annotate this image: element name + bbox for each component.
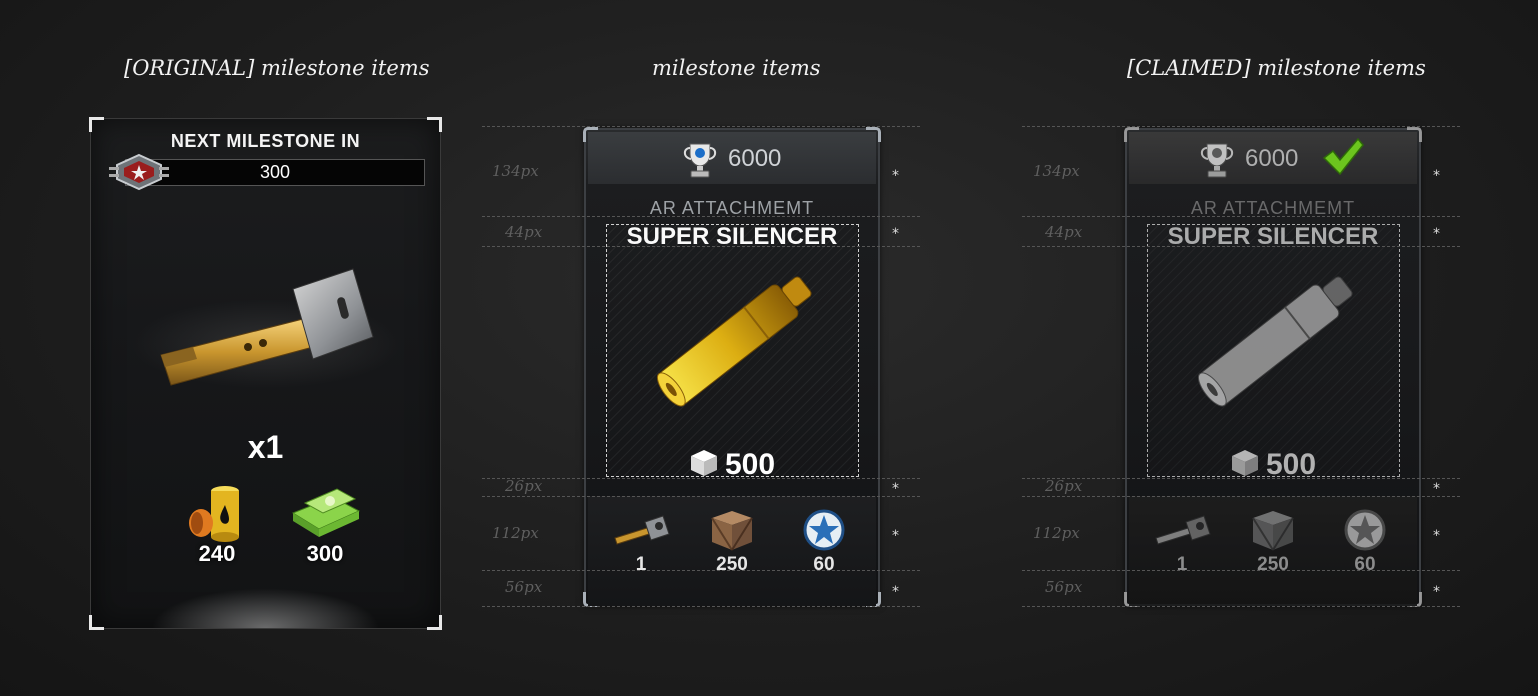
guide-line	[1022, 246, 1460, 247]
key-icon	[1155, 515, 1211, 545]
guide-line	[1022, 216, 1460, 217]
claimed-reward-crate-value: 250	[1257, 554, 1289, 575]
oil-reward-value: 240	[198, 541, 236, 566]
oil-barrel-icon	[189, 486, 239, 542]
frame-corner	[89, 117, 104, 132]
original-column-title: [ORIGINAL] milestone items	[124, 56, 430, 80]
cash-reward: 300	[285, 483, 365, 567]
reward-key-value: 1	[635, 554, 647, 575]
claimed-column-title: [CLAIMED] milestone items	[1127, 56, 1426, 80]
guide-line	[1022, 126, 1460, 127]
guide-label: 44px	[1045, 223, 1083, 241]
guide-marker: *	[892, 528, 899, 544]
checkmark-icon	[1322, 137, 1364, 176]
card-bottom-glow	[151, 588, 380, 628]
guide-line	[482, 126, 920, 127]
milestone-progress-bar: 300	[125, 159, 425, 186]
guide-line	[1022, 606, 1460, 607]
rank-chevron-icon	[109, 153, 169, 191]
box-icon	[690, 450, 717, 476]
reward-medal: 60	[789, 508, 859, 576]
milestone-points: 6000	[728, 145, 782, 172]
claimed-item-price-value: 500	[1265, 448, 1317, 481]
next-milestone-heading: NEXT MILESTONE IN	[170, 131, 361, 151]
reward-medal-value: 60	[813, 554, 835, 575]
guide-label: 56px	[1045, 578, 1083, 596]
cash-reward-value: 300	[306, 541, 344, 566]
cash-stack-icon	[291, 488, 361, 537]
guide-label: 44px	[505, 223, 543, 241]
original-milestone-card[interactable]: NEXT MILESTONE IN 300 x1 240 300	[89, 117, 442, 630]
guide-marker: *	[1433, 584, 1440, 600]
guide-label: 134px	[492, 162, 539, 180]
reward-medal: 60	[1330, 508, 1400, 576]
guide-label: 134px	[1033, 162, 1080, 180]
guide-marker: *	[1433, 226, 1440, 242]
reward-crate: 250	[1238, 508, 1308, 576]
reward-key: 1	[606, 508, 676, 576]
reward-key: 1	[1147, 508, 1217, 576]
guide-marker: *	[1433, 528, 1440, 544]
claimed-reward-key-value: 1	[1176, 554, 1188, 575]
box-icon	[1231, 450, 1258, 476]
claimed-item-price: 500	[1125, 448, 1421, 482]
milestone-column-title: milestone items	[652, 56, 821, 80]
frame-corner	[427, 615, 442, 630]
guide-marker: *	[892, 481, 899, 497]
guide-line	[482, 496, 920, 497]
guide-line	[1022, 478, 1460, 479]
guide-line	[482, 216, 920, 217]
guide-label: 26px	[1045, 477, 1083, 495]
claimed-milestone-card[interactable]: 6000 AR ATTACHMEMT SUPER SILENCER 500 1 …	[1124, 127, 1422, 607]
guide-line	[482, 606, 920, 607]
crate-icon	[711, 511, 753, 551]
trophy-icon	[683, 143, 717, 178]
guide-line	[482, 246, 920, 247]
star-medal-icon	[1344, 509, 1386, 551]
item-price: 500	[584, 448, 880, 482]
guide-marker: *	[892, 168, 899, 184]
reward-quantity: x1	[247, 429, 284, 465]
guide-marker: *	[892, 226, 899, 242]
claimed-reward-medal-value: 60	[1354, 554, 1376, 575]
milestone-card[interactable]: 6000 AR ATTACHMEMT SUPER SILENCER 500 1 …	[583, 127, 881, 607]
guide-line	[1022, 570, 1460, 571]
guide-marker: *	[892, 584, 899, 600]
star-medal-icon	[803, 509, 845, 551]
guide-label: 112px	[492, 524, 539, 542]
guide-marker: *	[1433, 481, 1440, 497]
claimed-card-content: 6000 AR ATTACHMEMT SUPER SILENCER 500 1 …	[1124, 127, 1422, 607]
claimed-points: 6000	[1245, 145, 1299, 172]
guide-marker: *	[1433, 168, 1440, 184]
reward-crate: 250	[697, 508, 767, 576]
key-icon	[614, 515, 670, 545]
key-icon	[160, 268, 374, 386]
guide-line	[482, 478, 920, 479]
guide-label: 26px	[505, 477, 543, 495]
oil-reward: 240	[177, 483, 257, 567]
item-price-value: 500	[724, 448, 776, 481]
guide-label: 112px	[1033, 524, 1080, 542]
guide-line	[1022, 496, 1460, 497]
trophy-icon	[1200, 143, 1234, 178]
reward-crate-value: 250	[716, 554, 748, 575]
crate-icon	[1252, 511, 1294, 551]
guide-label: 56px	[505, 578, 543, 596]
silencer-icon	[1197, 276, 1353, 407]
guide-line	[482, 570, 920, 571]
silencer-icon	[656, 276, 812, 407]
frame-corner	[89, 615, 104, 630]
frame-corner	[427, 117, 442, 132]
